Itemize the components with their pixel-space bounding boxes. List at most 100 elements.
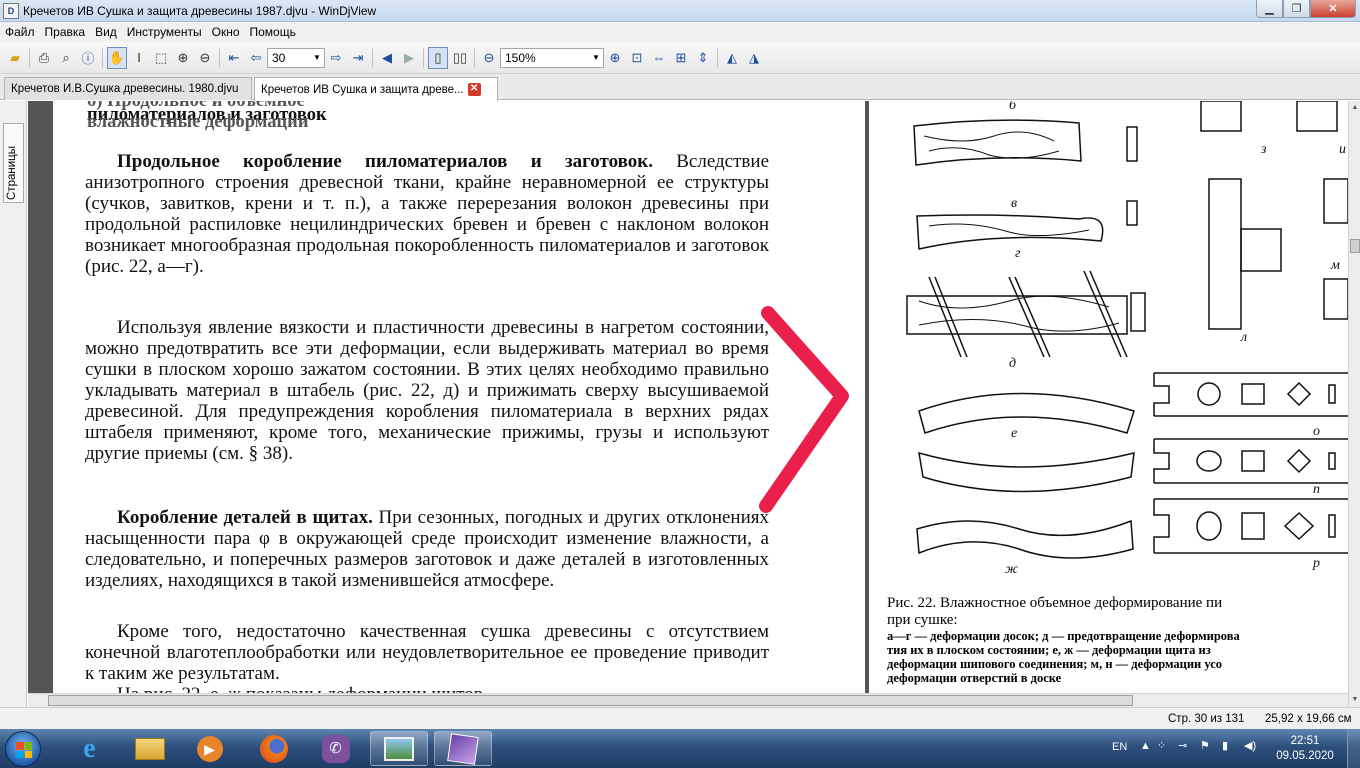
- chevron-down-icon[interactable]: ▼: [310, 49, 324, 67]
- language-indicator[interactable]: EN: [1112, 741, 1127, 753]
- usb-icon[interactable]: ⊸: [1178, 739, 1187, 752]
- fit-width-icon[interactable]: ⇔: [649, 47, 669, 69]
- menu-file[interactable]: Файл: [0, 25, 40, 39]
- firefox-icon[interactable]: [246, 731, 301, 766]
- horizontal-scrollbar[interactable]: [28, 693, 1348, 707]
- scroll-up-icon[interactable]: ▲: [1349, 101, 1360, 115]
- start-button[interactable]: [5, 731, 41, 767]
- page-info: Стр. 30 из 131: [1168, 713, 1245, 725]
- paragraph-2: Используя явление вязкости и пластичност…: [85, 317, 769, 464]
- fit-page-icon[interactable]: ⊡: [627, 47, 647, 69]
- taskbar: e ▶ ✆ EN ▲ ⁘ ⊸ ⚑ ▮ ◀) 22:51 09.05.2020: [0, 729, 1360, 768]
- media-player-icon[interactable]: ▶: [182, 731, 237, 766]
- show-desktop-button[interactable]: [1347, 729, 1360, 768]
- zoom-combo[interactable]: 150% ▼: [500, 47, 604, 68]
- figure-22-drawing: б з и в г л м д е о п ж р: [906, 101, 1348, 577]
- menu-view[interactable]: Вид: [90, 25, 122, 39]
- viber-icon[interactable]: ✆: [308, 731, 363, 766]
- horizontal-scroll-thumb[interactable]: [48, 695, 1133, 706]
- windjview-icon[interactable]: [434, 731, 492, 766]
- zoom-out-tool-icon[interactable]: ⊖: [195, 47, 215, 69]
- ie-icon[interactable]: e: [62, 731, 117, 766]
- vertical-scrollbar[interactable]: ▲ ▼: [1348, 101, 1360, 707]
- open-folder-icon[interactable]: ▰: [5, 47, 25, 69]
- figure-label-p: п: [1313, 482, 1320, 497]
- maximize-button[interactable]: ❐: [1283, 0, 1310, 18]
- volume-icon[interactable]: ◀): [1244, 739, 1256, 752]
- image-viewer-icon[interactable]: [370, 731, 428, 766]
- back-icon[interactable]: ◀: [377, 47, 397, 69]
- menu-edit[interactable]: Правка: [40, 25, 91, 39]
- paragraph-3: Коробление деталей в щитах. При сезонных…: [85, 507, 769, 591]
- text-select-icon[interactable]: I: [129, 47, 149, 69]
- hand-tool-icon[interactable]: ✋: [107, 46, 127, 69]
- action-center-flag-icon[interactable]: ⚑: [1200, 739, 1210, 752]
- tab-close-icon[interactable]: ✕: [467, 83, 481, 96]
- clock-date: 09.05.2020: [1276, 750, 1334, 762]
- menu-window[interactable]: Окно: [207, 25, 245, 39]
- figure-label-o: о: [1313, 424, 1320, 439]
- figure-label-z: з: [1260, 142, 1267, 157]
- figure-caption-line: деформации шипового соединения; м, н — д…: [887, 657, 1223, 671]
- show-hidden-icons-icon[interactable]: ▲: [1140, 740, 1151, 752]
- forward-icon[interactable]: ▶: [399, 47, 419, 69]
- info-icon[interactable]: ⓘ: [78, 47, 98, 69]
- zoom-out-icon[interactable]: ⊖: [479, 47, 499, 69]
- menu-help[interactable]: Помощь: [245, 25, 301, 39]
- page-number-value: 30: [272, 50, 286, 65]
- first-page-icon[interactable]: ⇤: [224, 47, 244, 69]
- window-controls: ▁ ❐ ✕: [1256, 0, 1356, 18]
- zoom-in-icon[interactable]: ⊕: [605, 47, 625, 69]
- system-clock[interactable]: 22:51 09.05.2020: [1275, 734, 1335, 764]
- window-title: Кречетов ИВ Сушка и защита древесины 198…: [23, 3, 377, 18]
- toolbar: ▰ ⎙ ⌕ ⓘ ✋ I ⬚ ⊕ ⊖ ⇤ ⇦ 30 ▼ ⇨ ⇥ ◀ ▶ ▯ ▯▯ …: [0, 42, 1360, 74]
- next-page-icon[interactable]: ⇨: [326, 47, 346, 69]
- chevron-down-icon[interactable]: ▼: [589, 49, 603, 67]
- explorer-icon[interactable]: [122, 731, 177, 766]
- title-bar: D Кречетов ИВ Сушка и защита древесины 1…: [0, 0, 1360, 22]
- figure-label-g: г: [1015, 246, 1021, 261]
- fit-height-icon[interactable]: ⇕: [693, 47, 713, 69]
- scroll-down-icon[interactable]: ▼: [1349, 693, 1360, 707]
- paragraph-3-title: Коробление деталей в щитах.: [117, 507, 373, 528]
- find-icon[interactable]: ⌕: [56, 47, 76, 69]
- tab-document-1980[interactable]: Кречетов И.В.Сушка древесины. 1980.djvu: [4, 77, 252, 100]
- prev-page-icon[interactable]: ⇦: [246, 47, 266, 69]
- rotate-left-icon[interactable]: ◭: [722, 47, 742, 69]
- facing-pages-icon[interactable]: ▯▯: [450, 47, 470, 69]
- figure-label-b: б: [1009, 101, 1017, 113]
- print-icon[interactable]: ⎙: [34, 47, 54, 69]
- next-chevron-overlay[interactable]: [756, 301, 866, 531]
- figure-caption: Рис. 22. Влажностное объемное деформиров…: [887, 595, 1348, 685]
- vertical-scroll-thumb[interactable]: [1350, 239, 1360, 253]
- paragraph-4-text: Кроме того, недостаточно качественная су…: [85, 621, 769, 684]
- figure-label-r: р: [1312, 556, 1320, 571]
- paragraph-2-text: Используя явление вязкости и пластичност…: [85, 317, 769, 464]
- pages-panel-tab[interactable]: Страницы: [3, 123, 24, 203]
- network-icon[interactable]: ▮: [1222, 739, 1228, 752]
- minimize-button[interactable]: ▁: [1256, 0, 1283, 18]
- paragraph-4: Кроме того, недостаточно качественная су…: [85, 621, 769, 684]
- windows-logo-icon: [16, 742, 32, 758]
- zoom-in-tool-icon[interactable]: ⊕: [173, 47, 193, 69]
- figure-caption-title-2: при сушке:: [887, 612, 958, 628]
- last-page-icon[interactable]: ⇥: [348, 47, 368, 69]
- dropbox-icon[interactable]: ⁘: [1157, 739, 1166, 752]
- menu-tools[interactable]: Инструменты: [122, 25, 207, 39]
- document-view[interactable]: б) Продольное и объемное влажностные деф…: [28, 101, 1348, 693]
- page-number-combo[interactable]: 30 ▼: [267, 47, 325, 68]
- rect-select-icon[interactable]: ⬚: [151, 47, 171, 69]
- figure-label-e: е: [1011, 426, 1017, 441]
- tab-document-1987[interactable]: Кречетов ИВ Сушка и защита древе... ✕: [254, 77, 498, 101]
- restore-icon: ❐: [1291, 3, 1302, 15]
- close-icon: ✕: [1328, 3, 1338, 15]
- chevron-right-icon: [759, 306, 849, 513]
- actual-size-icon[interactable]: ⊞: [671, 47, 691, 69]
- rotate-right-icon[interactable]: ◮: [744, 47, 764, 69]
- close-button[interactable]: ✕: [1310, 0, 1356, 18]
- paragraph-5: На рис. 22, е, ж показаны деформации щит…: [85, 684, 769, 693]
- single-page-icon[interactable]: ▯: [428, 46, 448, 69]
- pages-panel-label: Страницы: [6, 146, 18, 200]
- clock-time: 22:51: [1290, 735, 1320, 747]
- document-page-right: б з и в г л м д е о п ж р Рис. 22. Влажн…: [869, 101, 1348, 693]
